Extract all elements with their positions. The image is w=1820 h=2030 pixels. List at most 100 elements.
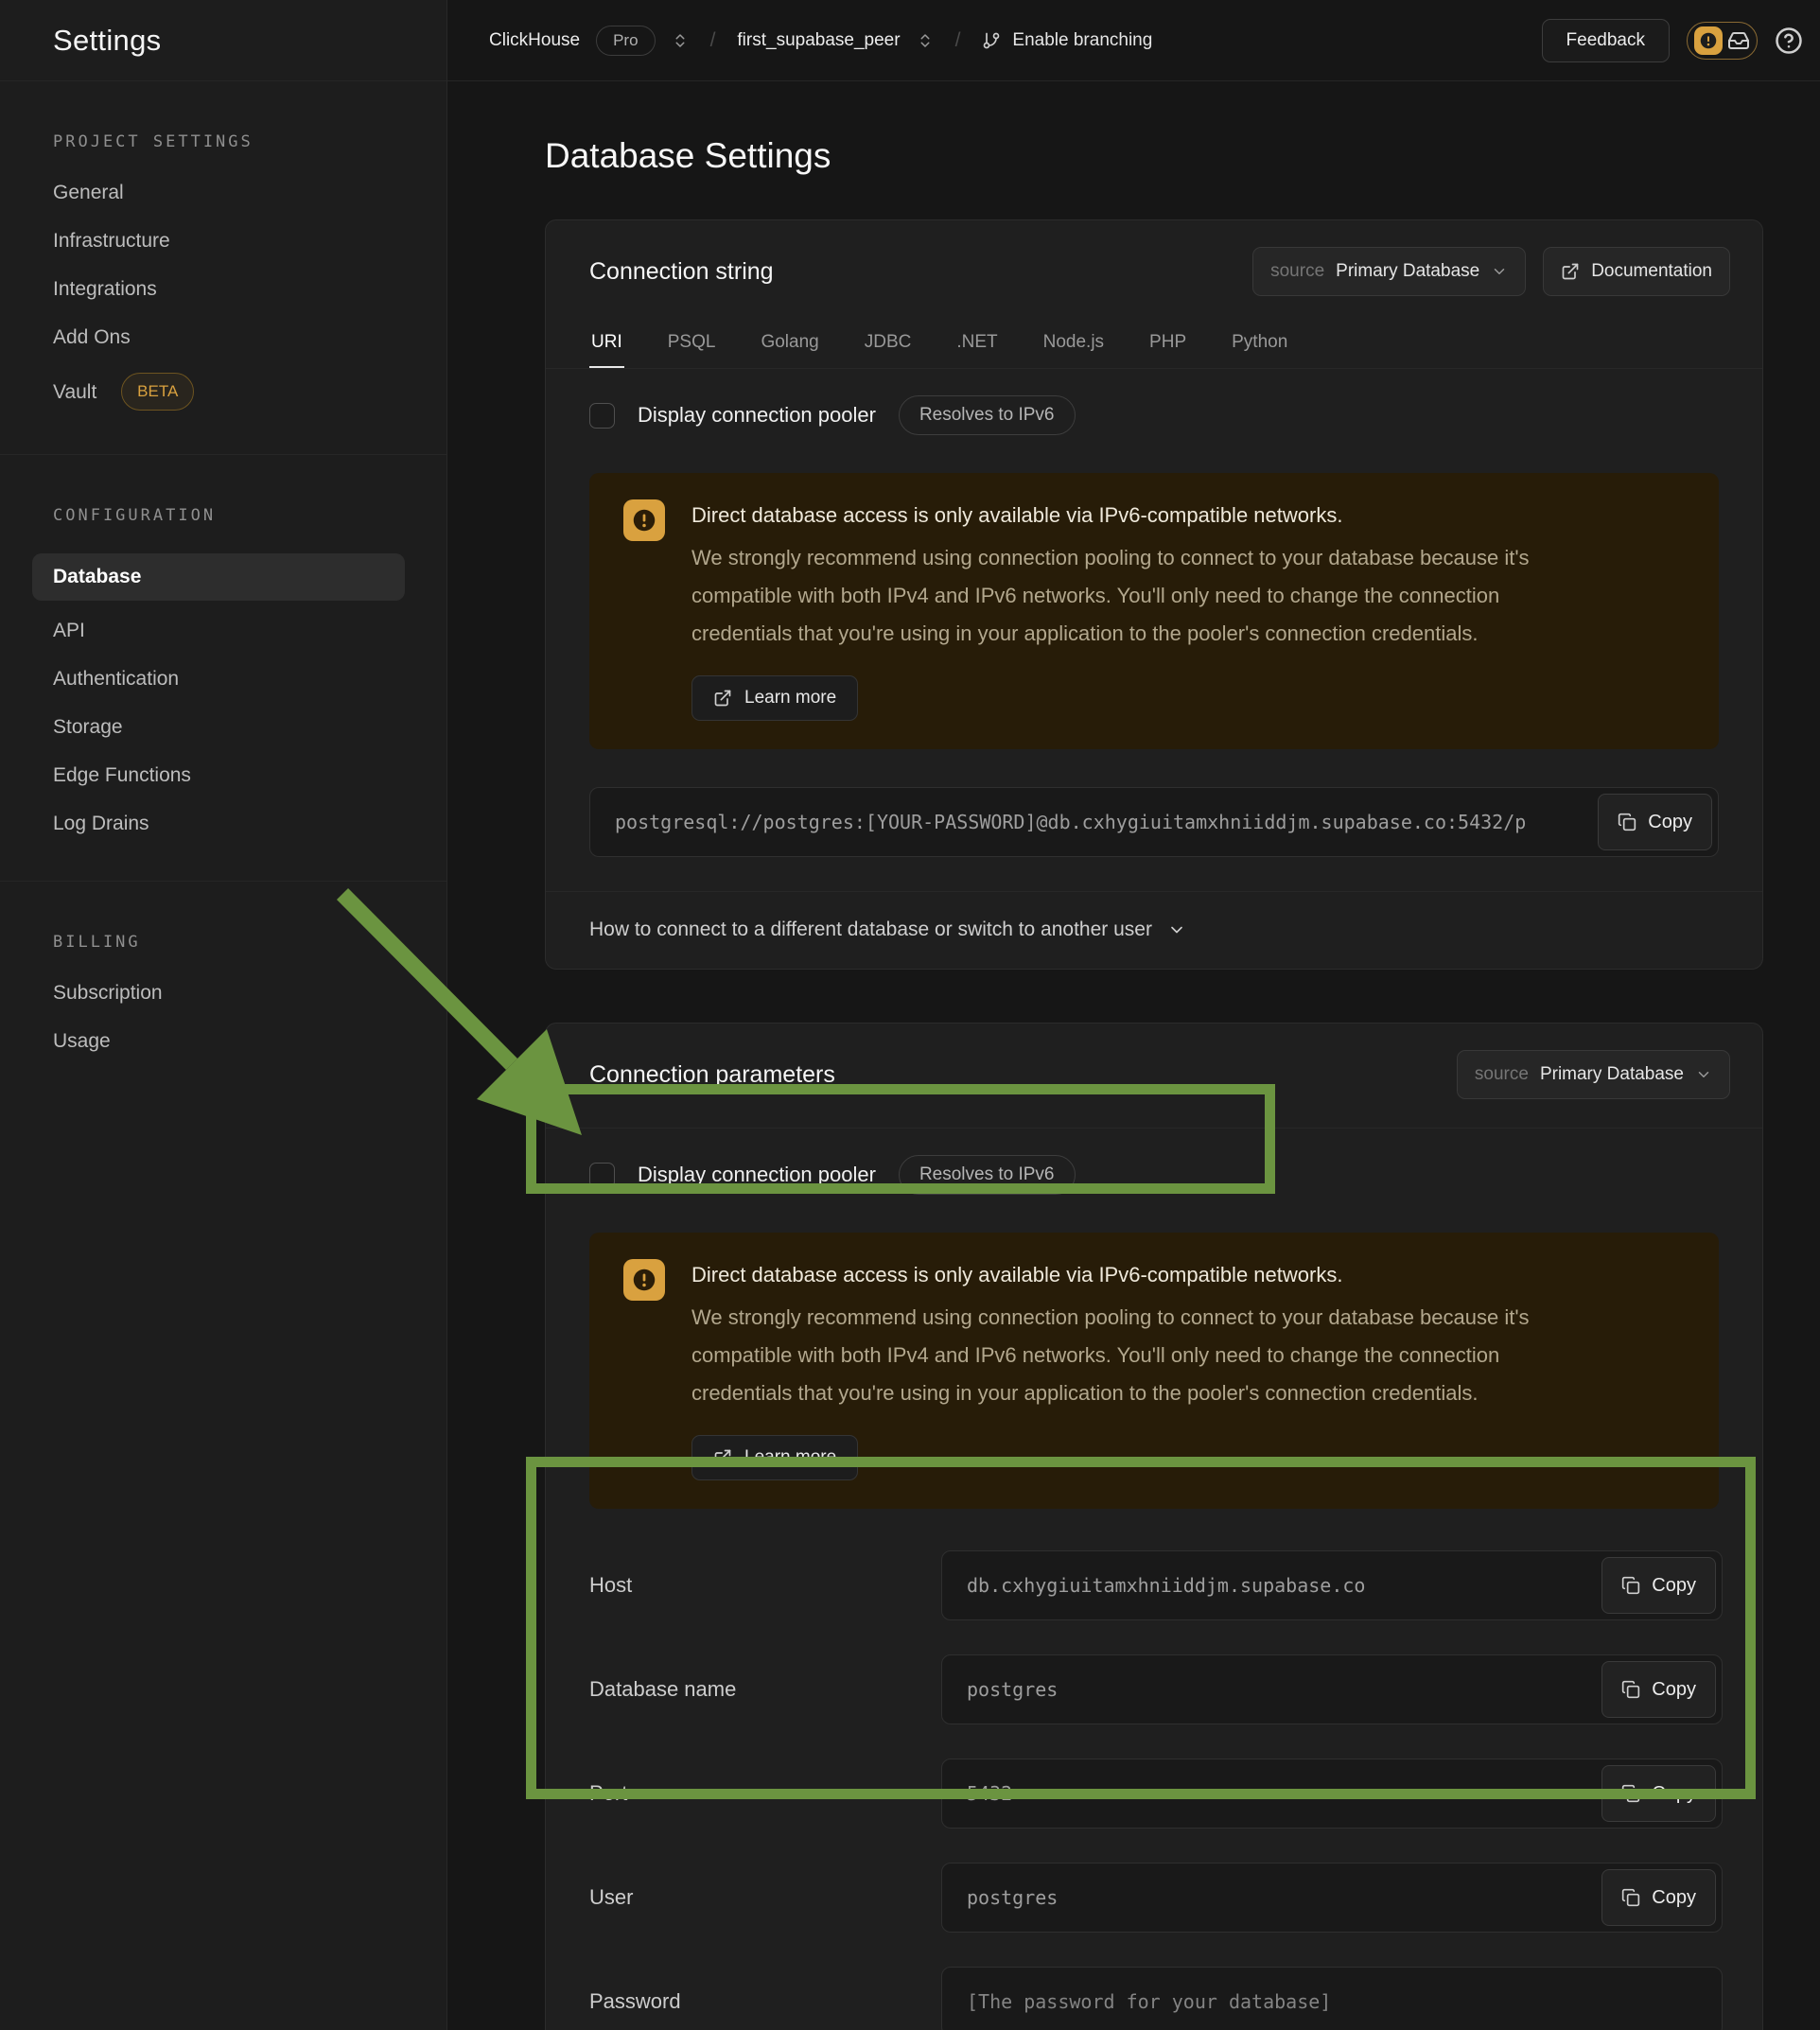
warning-text: We strongly recommend using connection p… [691, 1299, 1548, 1412]
feedback-button[interactable]: Feedback [1542, 19, 1670, 62]
tab-jdbc[interactable]: JDBC [863, 323, 914, 368]
tab-dotnet[interactable]: .NET [954, 323, 999, 368]
warning-body: Direct database access is only available… [691, 499, 1548, 721]
param-row-user: User postgres Copy [589, 1863, 1723, 1933]
learn-more-button[interactable]: Learn more [691, 1435, 858, 1480]
connection-string-actions: source Primary Database Documentation [1252, 247, 1730, 296]
display-connection-pooler-checkbox[interactable] [589, 1163, 615, 1188]
how-to-connect-toggle[interactable]: How to connect to a different database o… [546, 891, 1762, 969]
sidebar-item-general[interactable]: General [53, 180, 418, 206]
display-connection-pooler-checkbox[interactable] [589, 403, 615, 429]
connection-string-field: postgresql://postgres:[YOUR-PASSWORD]@db… [589, 787, 1719, 857]
external-link-icon [713, 1448, 732, 1467]
chevrons-up-down-icon[interactable] [672, 32, 689, 49]
inbox-icon [1727, 29, 1750, 52]
chevron-down-icon [1167, 920, 1186, 939]
breadcrumb: ClickHouse Pro / first_supabase_peer / E… [489, 26, 1542, 56]
param-field: 5432 Copy [941, 1759, 1723, 1829]
sidebar-item-database[interactable]: Database [32, 553, 405, 601]
help-icon[interactable] [1775, 26, 1803, 55]
param-label: Password [589, 1989, 941, 2014]
learn-more-button[interactable]: Learn more [691, 675, 858, 721]
param-field: postgres Copy [941, 1863, 1723, 1933]
param-label: User [589, 1885, 941, 1910]
password-placeholder[interactable]: [The password for your database] [941, 1967, 1723, 2030]
source-select[interactable]: source Primary Database [1457, 1050, 1730, 1099]
param-field: [The password for your database] [941, 1967, 1723, 2030]
connection-parameters-title: Connection parameters [589, 1061, 835, 1089]
documentation-label: Documentation [1591, 261, 1712, 282]
project-name[interactable]: first_supabase_peer [737, 30, 900, 51]
how-to-connect-label: How to connect to a different database o… [589, 919, 1152, 941]
page-title: Database Settings [545, 134, 1763, 178]
tab-golang[interactable]: Golang [759, 323, 820, 368]
chevron-down-icon [1695, 1066, 1712, 1083]
tab-psql[interactable]: PSQL [666, 323, 718, 368]
source-value: Primary Database [1540, 1064, 1684, 1085]
param-row-database-name: Database name postgres Copy [589, 1654, 1723, 1724]
tab-php[interactable]: PHP [1147, 323, 1188, 368]
sidebar-item-infrastructure[interactable]: Infrastructure [53, 228, 418, 254]
sidebar-item-label: Vault [53, 381, 96, 403]
source-label: source [1270, 261, 1324, 282]
copy-icon [1621, 1680, 1640, 1699]
enable-branching-label: Enable branching [1012, 30, 1152, 51]
external-link-icon [713, 689, 732, 708]
copy-icon [1618, 813, 1636, 831]
resolves-to-ipv6-badge: Resolves to IPv6 [899, 395, 1076, 435]
warning-text: We strongly recommend using connection p… [691, 539, 1548, 653]
param-field: db.cxhygiuitamxhniiddjm.supabase.co Copy [941, 1550, 1723, 1620]
tab-nodejs[interactable]: Node.js [1041, 323, 1106, 368]
section-label: PROJECT SETTINGS [53, 132, 418, 151]
param-field: postgres Copy [941, 1654, 1723, 1724]
pooler-label: Display connection pooler [638, 403, 876, 428]
param-row-password: Password [The password for your database… [589, 1967, 1723, 2030]
copy-port-button[interactable]: Copy [1601, 1765, 1716, 1822]
pooler-row: Display connection pooler Resolves to IP… [546, 1129, 1762, 1216]
tab-python[interactable]: Python [1230, 323, 1289, 368]
copy-host-button[interactable]: Copy [1601, 1557, 1716, 1614]
sidebar-section-configuration: CONFIGURATION Database API Authenticatio… [0, 455, 446, 882]
connection-parameters-actions: source Primary Database [1457, 1050, 1730, 1099]
sidebar-item-vault[interactable]: Vault BETA [53, 373, 418, 411]
sidebar-item-log-drains[interactable]: Log Drains [53, 811, 418, 837]
sidebar-item-storage[interactable]: Storage [53, 714, 418, 741]
tab-uri[interactable]: URI [589, 323, 624, 368]
source-label: source [1475, 1064, 1529, 1085]
warning-title: Direct database access is only available… [691, 1263, 1548, 1287]
connection-string-value[interactable]: postgresql://postgres:[YOUR-PASSWORD]@db… [589, 787, 1719, 857]
copy-database-name-button[interactable]: Copy [1601, 1661, 1716, 1718]
copy-user-button[interactable]: Copy [1601, 1869, 1716, 1926]
warning-body: Direct database access is only available… [691, 1259, 1548, 1480]
documentation-button[interactable]: Documentation [1543, 247, 1730, 296]
sidebar: Settings PROJECT SETTINGS General Infras… [0, 0, 447, 2030]
sidebar-item-authentication[interactable]: Authentication [53, 666, 418, 692]
connection-string-header: Connection string source Primary Databas… [546, 220, 1762, 319]
sidebar-item-add-ons[interactable]: Add Ons [53, 324, 418, 351]
sidebar-item-subscription[interactable]: Subscription [53, 980, 418, 1006]
copy-connection-string-button[interactable]: Copy [1598, 794, 1712, 850]
sidebar-header: Settings [0, 0, 446, 81]
param-label: Database name [589, 1677, 941, 1702]
org-name[interactable]: ClickHouse [489, 30, 580, 51]
sidebar-item-usage[interactable]: Usage [53, 1028, 418, 1055]
pooler-label: Display connection pooler [638, 1163, 876, 1187]
sidebar-item-edge-functions[interactable]: Edge Functions [53, 762, 418, 789]
connection-string-tabs: URI PSQL Golang JDBC .NET Node.js PHP Py… [546, 319, 1762, 369]
copy-label: Copy [1652, 1783, 1696, 1805]
topbar-actions: Feedback [1542, 19, 1803, 62]
section-label: CONFIGURATION [53, 506, 418, 525]
learn-more-label: Learn more [744, 1447, 836, 1468]
sidebar-item-integrations[interactable]: Integrations [53, 276, 418, 303]
copy-label: Copy [1652, 1575, 1696, 1597]
notifications-button[interactable] [1687, 22, 1758, 60]
source-select[interactable]: source Primary Database [1252, 247, 1526, 296]
connection-parameters-card: Connection parameters source Primary Dat… [545, 1023, 1763, 2030]
sidebar-section-project-settings: PROJECT SETTINGS General Infrastructure … [0, 81, 446, 455]
plan-badge: Pro [596, 26, 655, 56]
enable-branching-button[interactable]: Enable branching [982, 30, 1152, 51]
chevrons-up-down-icon[interactable] [917, 32, 934, 49]
section-label: BILLING [53, 933, 418, 952]
sidebar-item-api[interactable]: API [53, 618, 418, 644]
topbar: ClickHouse Pro / first_supabase_peer / E… [447, 0, 1820, 81]
